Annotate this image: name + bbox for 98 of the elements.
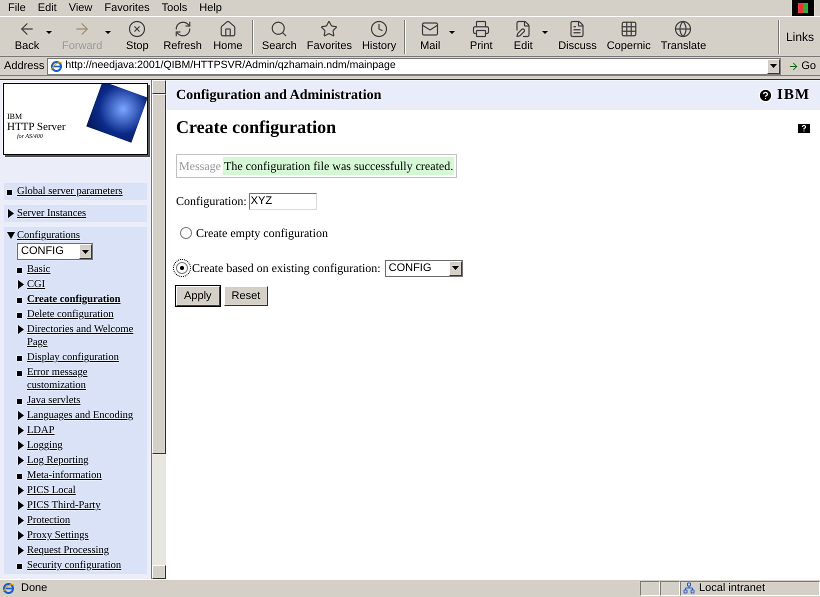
page-icon — [2, 582, 15, 594]
radio-label: Create empty configuration — [196, 225, 328, 242]
radio-button[interactable] — [176, 262, 188, 274]
bullet-icon — [17, 356, 22, 361]
form-button[interactable]: Apply — [176, 286, 220, 306]
sidebar-link[interactable]: CGI — [27, 278, 46, 291]
sidebar-link[interactable]: Languages and Encoding — [27, 409, 134, 422]
sidebar-link[interactable]: Request Processing — [27, 544, 109, 557]
toolbar-button[interactable]: Favorites — [302, 18, 357, 56]
go-arrow-icon — [788, 60, 800, 72]
dropdown[interactable]: CONFIG — [384, 260, 463, 276]
sidebar-link[interactable]: Delete configuration — [27, 308, 114, 321]
bullet-icon — [17, 268, 22, 273]
toolbar-button[interactable]: Discuss — [553, 18, 602, 56]
windows-logo-icon — [792, 0, 814, 16]
brand-logo: IBM — [777, 86, 810, 105]
triangle-right-icon — [17, 280, 25, 289]
status-text: Done — [20, 580, 48, 596]
links-label[interactable]: Links — [780, 28, 820, 46]
sidebar-link[interactable]: Error message customization — [27, 366, 144, 392]
caret-icon — [449, 30, 456, 34]
sidebar-link[interactable]: Meta-information — [27, 469, 102, 482]
refresh-icon — [174, 20, 192, 38]
help-icon[interactable] — [758, 88, 773, 102]
scrollbar[interactable] — [152, 80, 166, 579]
bullet-icon — [17, 399, 22, 404]
configuration-field[interactable]: XYZ — [248, 192, 317, 210]
toolbar-button[interactable]: Edit — [502, 18, 554, 56]
bullet-icon — [17, 564, 22, 569]
network-icon — [683, 582, 695, 594]
sidebar-link[interactable]: Security configuration — [27, 559, 122, 572]
menu-item[interactable]: Edit — [38, 0, 57, 16]
menu-item[interactable]: Favorites — [104, 0, 150, 16]
bullet-icon — [7, 190, 12, 195]
form-button[interactable]: Reset — [224, 286, 268, 306]
page-title: Create configuration — [176, 116, 336, 139]
toolbar-button[interactable]: Search — [256, 18, 302, 56]
sidebar-link[interactable]: Protection — [27, 514, 70, 527]
printer-icon — [472, 20, 490, 38]
home-icon — [218, 20, 237, 38]
page-icon — [50, 60, 64, 72]
toolbar-button[interactable]: Back — [6, 18, 57, 56]
bullet-icon — [17, 298, 22, 303]
grid-icon — [620, 20, 638, 38]
bullet-icon — [17, 474, 22, 479]
message-label: Message — [179, 158, 222, 175]
clock-icon — [370, 20, 388, 38]
toolbar-button[interactable]: Home — [206, 18, 249, 56]
document-icon — [568, 20, 586, 38]
sidebar-link[interactable]: Basic — [27, 263, 50, 276]
menu-item[interactable]: View — [68, 0, 92, 16]
sidebar-link[interactable]: Log Reporting — [27, 454, 89, 467]
menu-item[interactable]: File — [8, 0, 26, 16]
caret-icon — [105, 30, 112, 34]
pen-document-icon — [514, 20, 532, 38]
logo-text: IBM — [7, 112, 24, 122]
caret-icon — [46, 30, 52, 34]
sidebar-link[interactable]: LDAP — [27, 424, 54, 437]
address-field[interactable]: http://needjava:2001/QIBM/HTTPSVR/Admin/qzhamain.ndm/mainpage — [47, 58, 782, 74]
toolbar-button[interactable]: Refresh — [158, 18, 207, 56]
configuration-label: Configuration: — [176, 193, 247, 210]
mail-icon — [421, 20, 440, 38]
sidebar-link[interactable]: Display configuration — [27, 351, 119, 364]
radio-button[interactable] — [180, 227, 192, 239]
toolbar-button[interactable]: Translate — [656, 18, 712, 56]
sidebar-link[interactable]: PICS Third-Party — [27, 499, 101, 512]
header-title: Configuration and Administration — [176, 86, 382, 104]
star-icon — [320, 20, 338, 38]
toolbar-button[interactable]: Mail — [409, 18, 460, 56]
globe-icon — [674, 20, 692, 38]
radio-label: Create based on existing configuration: — [192, 260, 381, 277]
sidebar-link[interactable]: PICS Local — [27, 484, 76, 497]
address-label: Address — [4, 58, 44, 74]
bullet-icon — [17, 371, 22, 376]
status-pane — [640, 580, 660, 596]
toolbar-button[interactable]: Print — [460, 18, 502, 56]
sidebar-link[interactable]: Proxy Settings — [27, 529, 89, 542]
dropdown[interactable]: CONFIG — [17, 243, 93, 260]
go-button[interactable]: Go — [784, 58, 820, 74]
logo-text: HTTP Server — [7, 122, 66, 132]
triangle-right-icon — [17, 325, 25, 334]
menu-item[interactable]: Tools — [162, 0, 188, 16]
search-icon — [270, 20, 288, 38]
caret-icon — [542, 30, 548, 34]
zone-text: Local intranet — [699, 580, 766, 596]
message-text: The configuration file was successfully created. — [223, 157, 454, 175]
menu-item[interactable]: Help — [199, 0, 222, 16]
stop-icon — [128, 20, 146, 38]
sidebar-link[interactable]: Create configuration — [27, 293, 120, 306]
sidebar-link[interactable]: Directories and Welcome Page — [27, 323, 144, 349]
sidebar-link[interactable]: Configurations — [17, 229, 80, 242]
sidebar-link[interactable]: Logging — [27, 439, 63, 452]
bullet-icon — [17, 313, 22, 318]
sidebar-link[interactable]: Java servlets — [27, 394, 80, 407]
help-icon[interactable] — [798, 122, 810, 132]
toolbar-button[interactable]: Copernic — [602, 18, 656, 56]
toolbar-button[interactable]: History — [356, 18, 402, 56]
toolbar-button[interactable]: Stop — [116, 18, 158, 56]
